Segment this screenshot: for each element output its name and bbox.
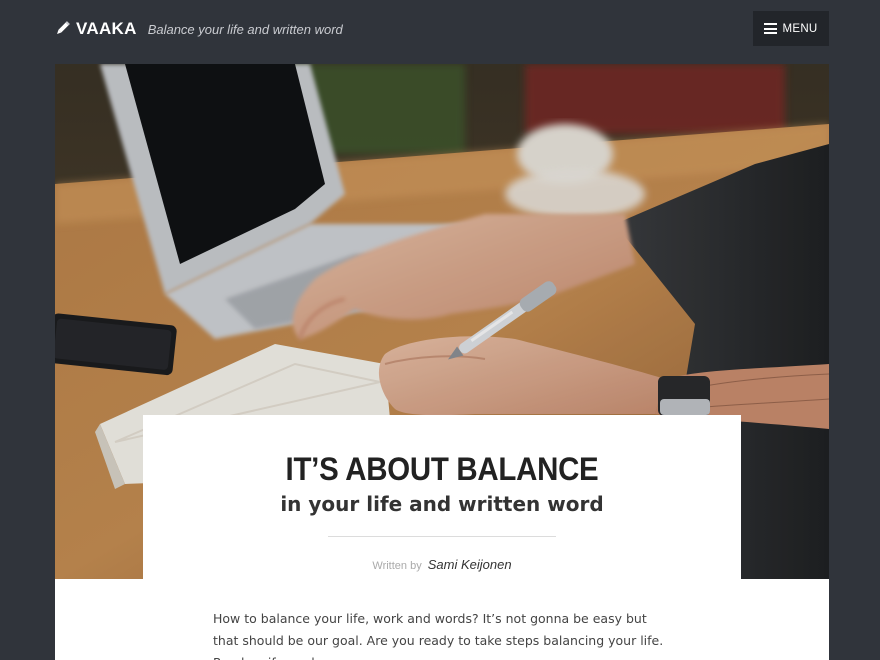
post-title[interactable]: IT’S ABOUT BALANCE	[167, 451, 717, 488]
menu-label: MENU	[782, 22, 818, 35]
post-title-card: IT’S ABOUT BALANCE in your life and writ…	[143, 415, 741, 580]
pencil-icon	[54, 21, 70, 37]
site-title-link[interactable]: VAAKA	[76, 19, 137, 39]
byline-prefix: Written by	[372, 560, 422, 572]
intro-paragraph: How to balance your life, work and words…	[213, 611, 664, 660]
site-header: VAAKA Balance your life and written word…	[0, 0, 880, 58]
hamburger-icon	[764, 23, 778, 34]
site-tagline: Balance your life and written word	[147, 21, 343, 37]
branding: VAAKA Balance your life and written word	[54, 18, 343, 40]
author-link[interactable]: Sami Keijonen	[428, 557, 512, 572]
title-divider	[328, 536, 556, 537]
post-subtitle: in your life and written word	[280, 492, 604, 516]
byline: Written by Sami Keijonen	[143, 557, 741, 572]
menu-button[interactable]: MENU	[753, 11, 829, 46]
post-content: How to balance your life, work and words…	[55, 579, 829, 660]
